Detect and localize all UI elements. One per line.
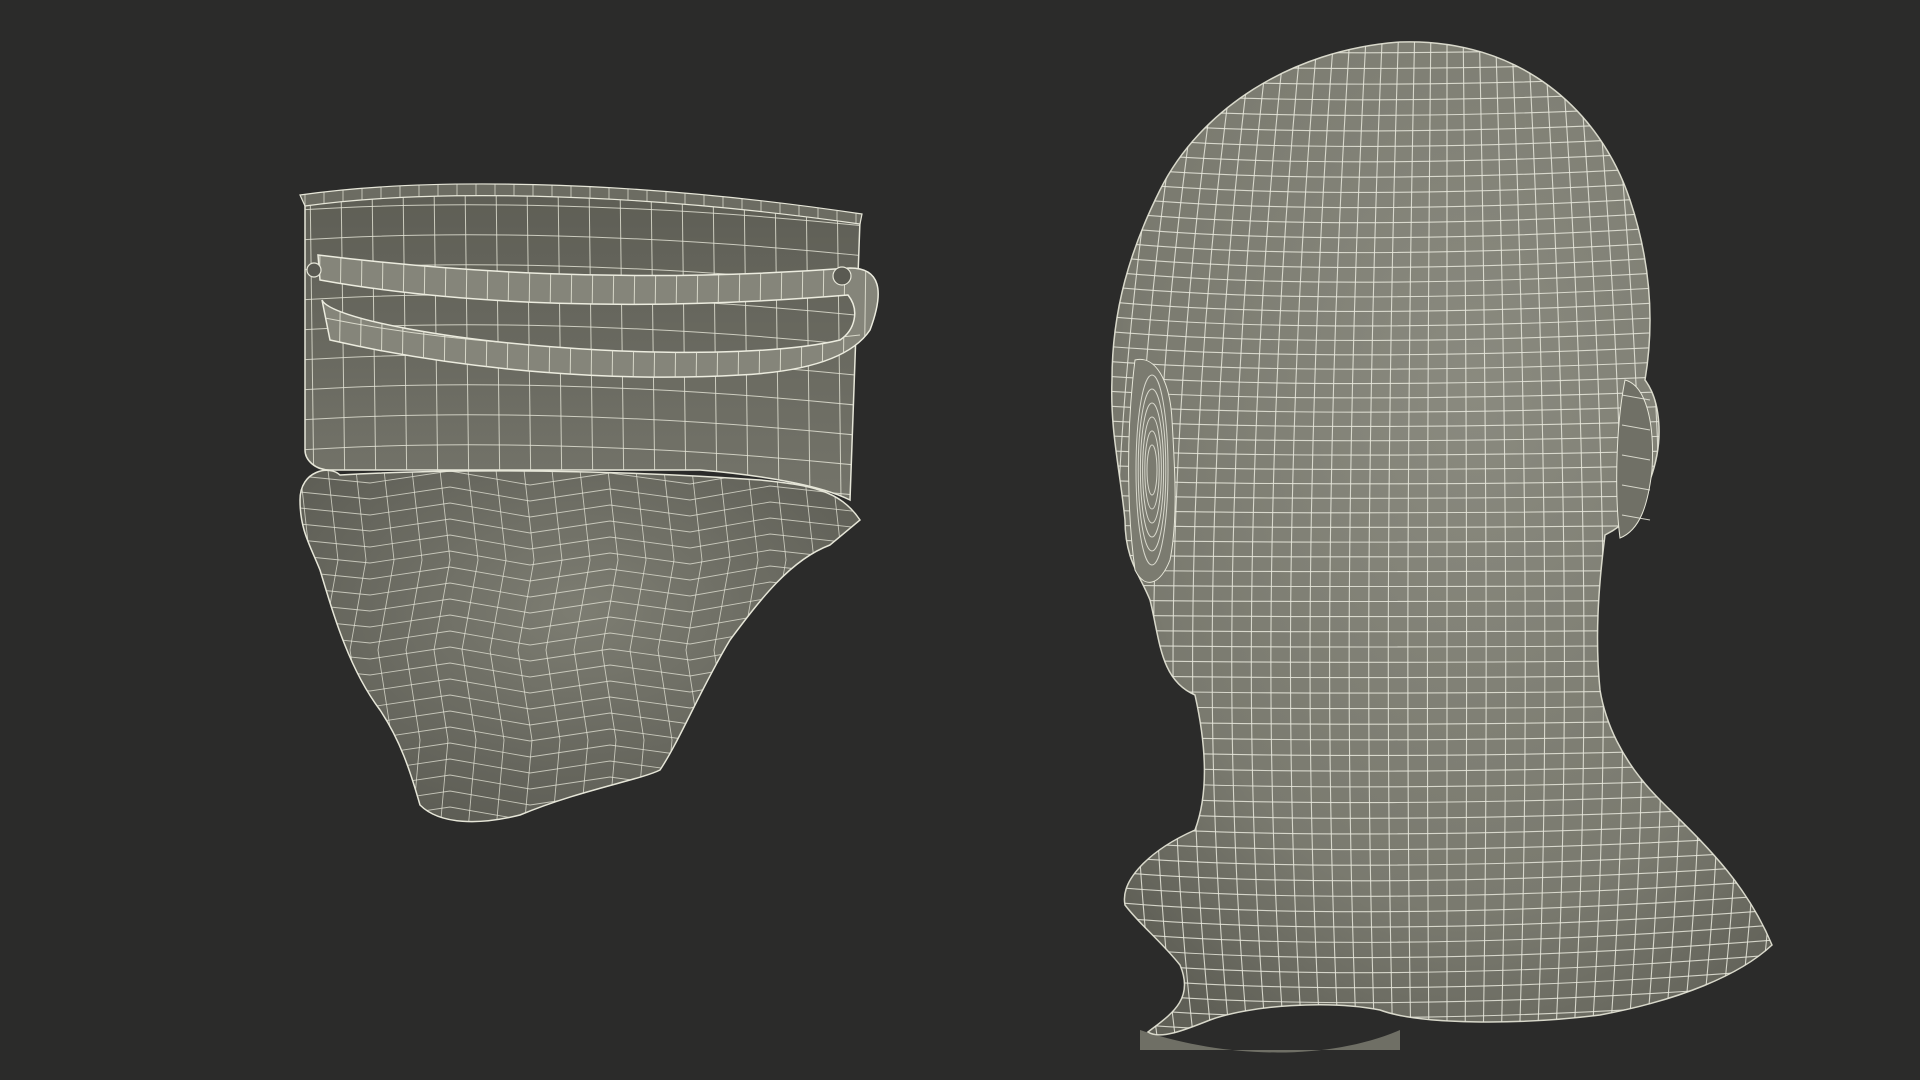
neck-base-shadow [1140,1030,1400,1053]
left-strap-stud [306,262,322,278]
face-shield-mask-model [299,183,879,823]
fabric-mask-surface [299,469,861,823]
wireframe-render [299,41,1773,1053]
right-strap-stud [832,266,852,286]
head-surface [1110,41,1773,1036]
head-bust-model [1110,41,1773,1053]
render-viewport [0,0,1920,1080]
